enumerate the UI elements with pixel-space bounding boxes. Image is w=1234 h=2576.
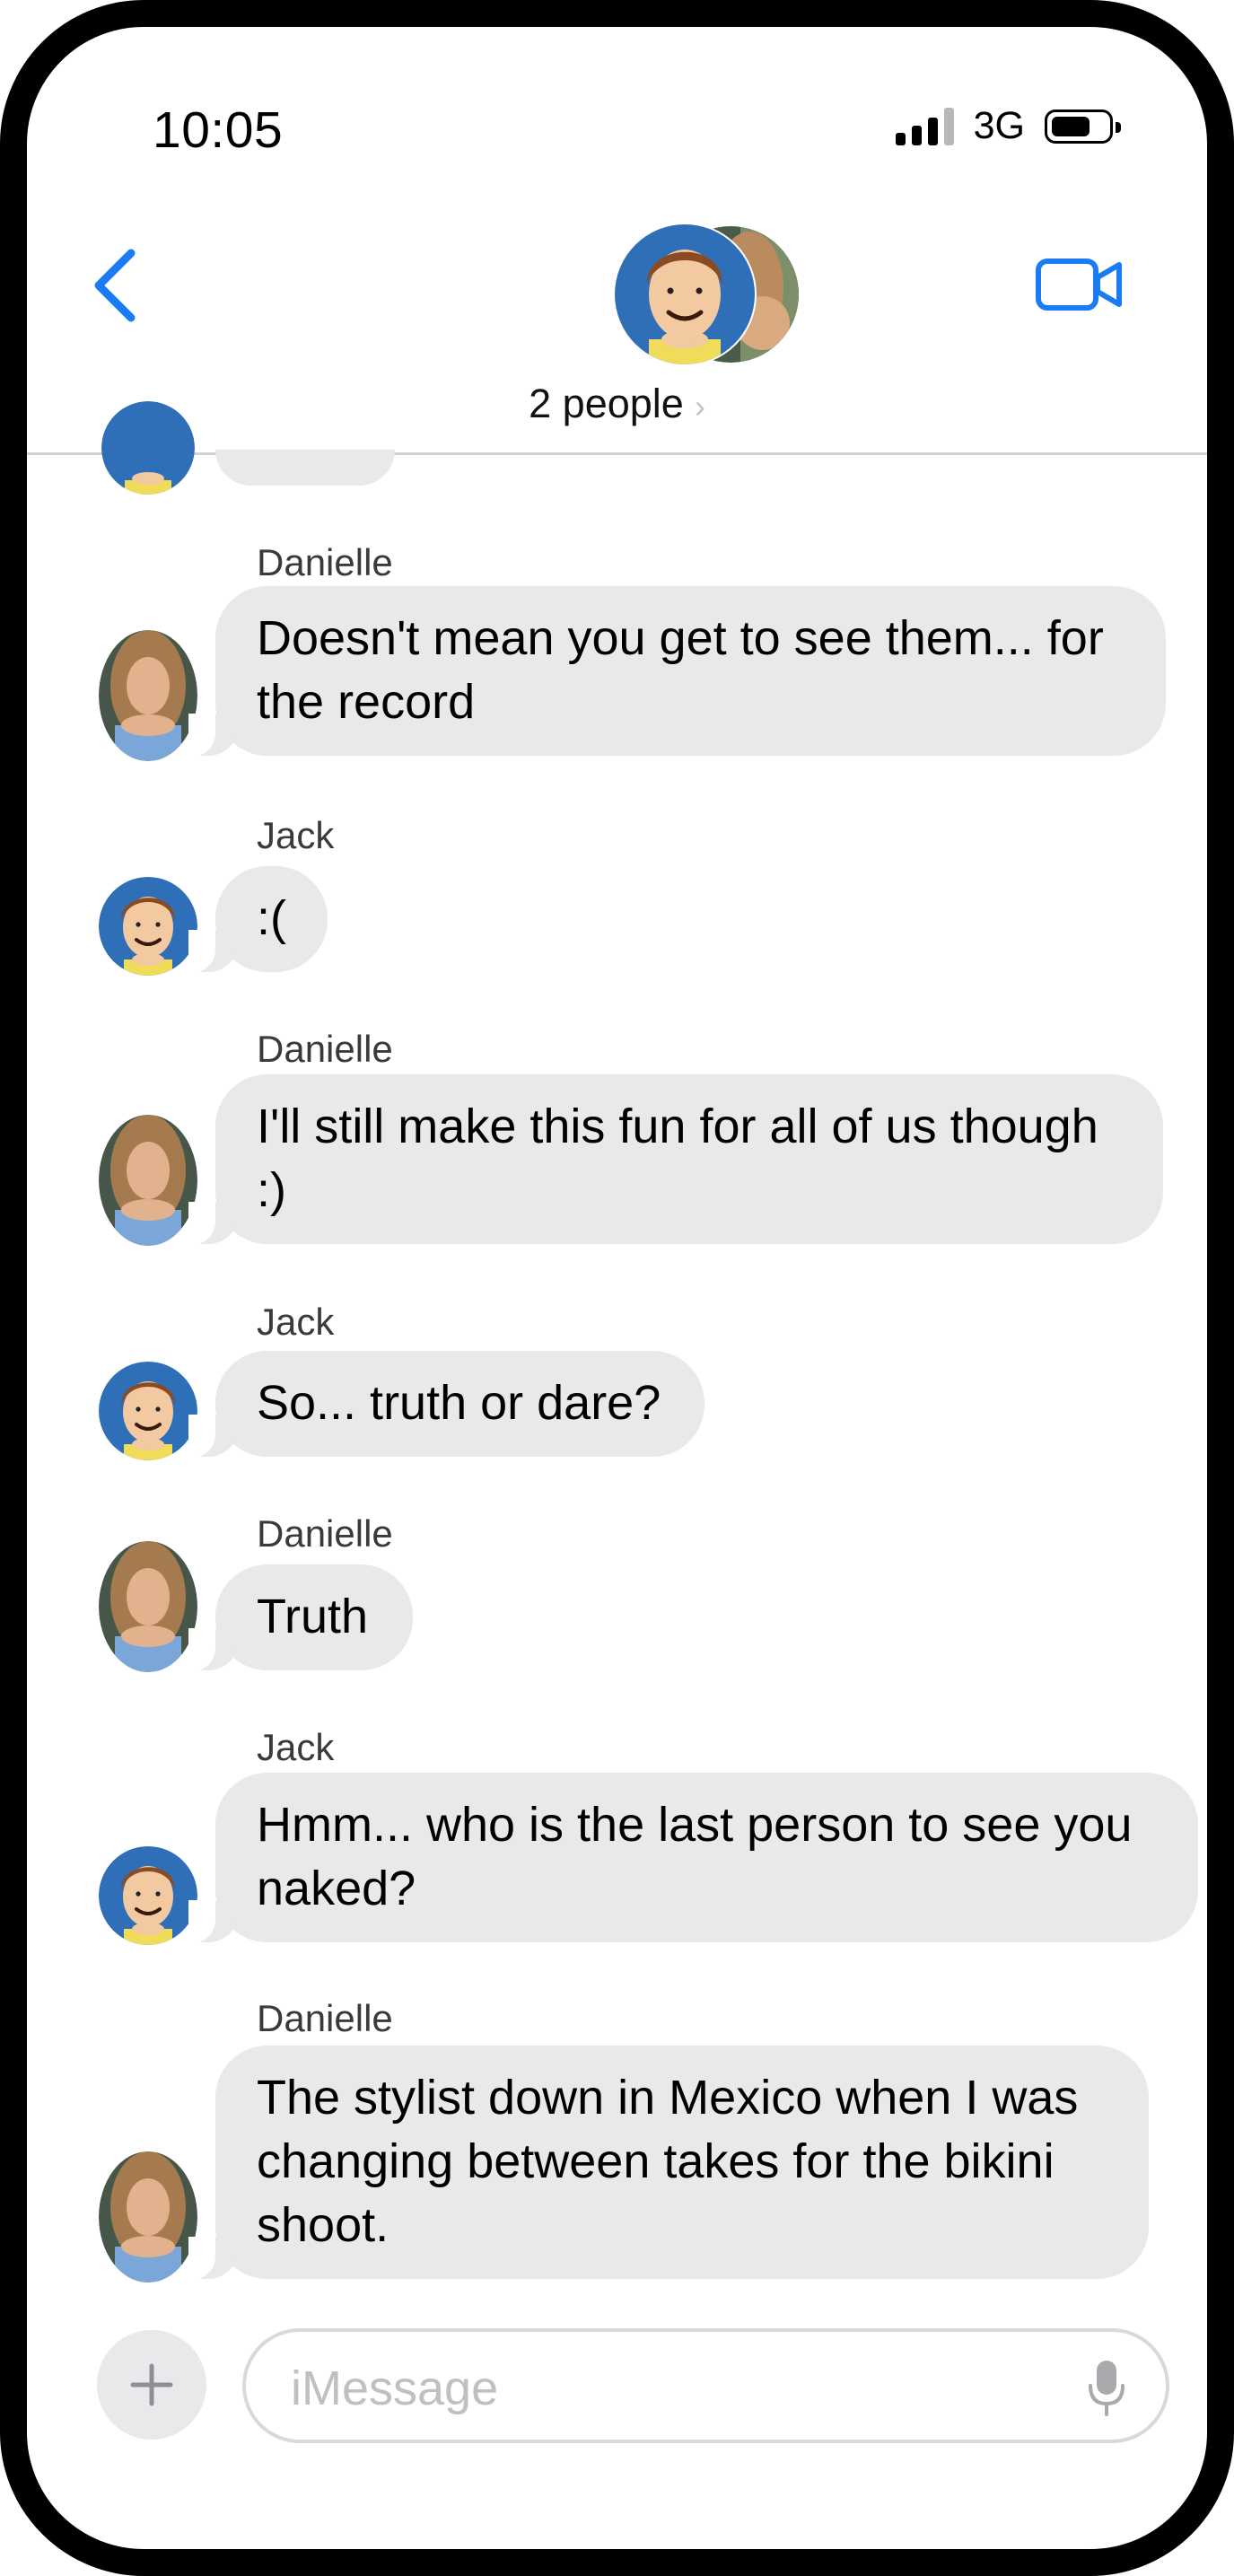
message-bubble[interactable]: The stylist down in Mexico when I was ch… <box>188 2046 1149 2280</box>
message-bubble[interactable]: I'll still make this fun for all of us t… <box>188 1074 1163 1245</box>
phone-frame: 10:05 3G 2 people › Danielle Doesn't mea… <box>0 0 1234 2576</box>
status-time: 10:05 <box>153 101 284 159</box>
imessage-input-field[interactable] <box>242 2328 1169 2443</box>
sender-name: Danielle <box>257 1028 393 1070</box>
message-bubble[interactable] <box>215 450 395 486</box>
avatar-jack <box>101 401 195 495</box>
avatar-danielle <box>99 1115 197 1246</box>
message-bubble[interactable]: Hmm... who is the last person to see you… <box>188 1773 1198 1943</box>
back-chevron-icon[interactable] <box>92 248 142 323</box>
message-input[interactable] <box>289 2353 1028 2423</box>
sender-name: Jack <box>257 1726 335 1768</box>
sender-name: Jack <box>257 1301 335 1343</box>
sender-name: Jack <box>257 814 335 856</box>
microphone-icon[interactable] <box>1087 2359 1126 2416</box>
avatar-danielle <box>99 630 197 761</box>
avatar-jack <box>99 877 197 976</box>
people-count: 2 people <box>529 381 684 426</box>
avatar-danielle <box>99 2151 197 2282</box>
message-thread[interactable]: Danielle Doesn't mean you get to see the… <box>27 401 1207 2549</box>
avatar-danielle <box>99 1541 197 1672</box>
message-bubble[interactable]: Doesn't mean you get to see them... for … <box>188 586 1166 757</box>
message-bubble[interactable]: Truth <box>188 1564 413 1671</box>
sender-name: Danielle <box>257 541 393 583</box>
apps-plus-button[interactable] <box>97 2330 206 2440</box>
sender-name: Danielle <box>257 1997 393 2039</box>
battery-icon <box>1045 109 1121 144</box>
video-camera-icon[interactable] <box>1035 256 1125 313</box>
avatar-jack <box>99 1846 197 1945</box>
group-avatar[interactable] <box>615 224 799 364</box>
chevron-right-icon: › <box>694 388 705 425</box>
message-bubble[interactable]: :( <box>188 866 328 973</box>
status-indicators: 3G <box>895 104 1121 148</box>
message-bubble[interactable]: So... truth or dare? <box>188 1351 705 1458</box>
signal-strength-icon <box>895 107 954 145</box>
conversation-details-link[interactable]: 2 people › <box>27 381 1207 427</box>
avatar-jack <box>99 1362 197 1460</box>
network-type: 3G <box>973 104 1025 147</box>
sender-name: Danielle <box>257 1512 393 1555</box>
plus-icon <box>130 2363 173 2406</box>
